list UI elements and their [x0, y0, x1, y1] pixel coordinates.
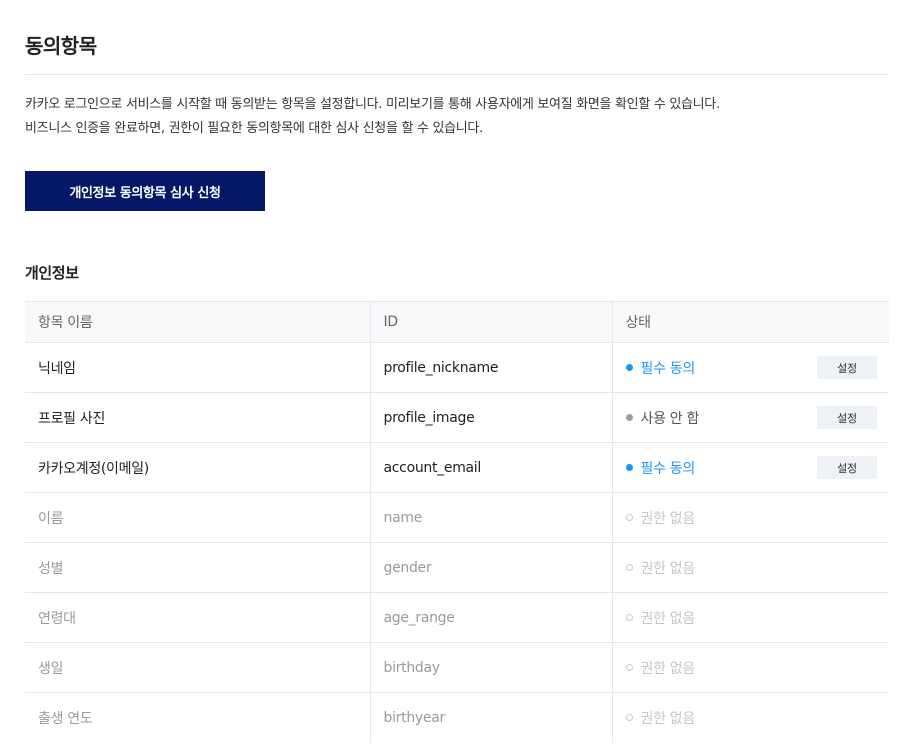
item-name: 연령대	[25, 592, 371, 643]
item-id: age_range	[370, 592, 613, 643]
settings-button[interactable]: 설정	[817, 456, 877, 479]
item-id: birthyear	[370, 692, 613, 743]
table-row: 연령대 age_range 권한 없음	[25, 592, 889, 643]
table-row: 출생 연도 birthyear 권한 없음	[25, 692, 889, 743]
item-name: 성별	[25, 542, 371, 593]
table-row: 프로필 사진 profile_image 사용 안 함 설정	[25, 392, 889, 443]
status-dot-icon	[625, 664, 633, 671]
item-name: 카카오계정(이메일)	[25, 442, 371, 493]
table-row: 생일 birthday 권한 없음	[25, 642, 889, 693]
privacy-review-request-button[interactable]: 개인정보 동의항목 심사 신청	[25, 171, 265, 211]
item-status-cell: 필수 동의 설정	[612, 442, 889, 493]
item-id: name	[370, 492, 613, 543]
status-dot-icon	[625, 514, 633, 521]
item-status: 권한 없음	[640, 560, 696, 577]
item-status-cell: 필수 동의 설정	[612, 342, 889, 393]
item-name: 프로필 사진	[25, 392, 371, 443]
settings-button[interactable]: 설정	[817, 406, 877, 429]
settings-button[interactable]: 설정	[817, 356, 877, 379]
item-status: 권한 없음	[640, 610, 696, 627]
item-name: 닉네임	[25, 342, 371, 393]
table-row: 이름 name 권한 없음	[25, 492, 889, 543]
item-id: gender	[370, 542, 613, 593]
status-dot-icon	[625, 564, 633, 571]
item-status: 필수 동의	[640, 360, 696, 377]
item-status-cell: 권한 없음	[612, 642, 889, 693]
item-id: account_email	[370, 442, 613, 493]
consent-items-table: 항목 이름 ID 상태 닉네임 profile_nickname 필수 동의 설…	[25, 301, 889, 743]
description-line-1: 카카오 로그인으로 서비스를 시작할 때 동의받는 항목을 설정합니다. 미리보…	[25, 97, 720, 112]
status-dot-icon	[625, 614, 633, 621]
item-id: profile_image	[370, 392, 613, 443]
item-status: 사용 안 함	[640, 410, 700, 427]
item-status: 권한 없음	[640, 660, 696, 677]
table-row: 닉네임 profile_nickname 필수 동의 설정	[25, 342, 889, 393]
status-dot-icon	[625, 714, 633, 722]
item-status: 권한 없음	[640, 510, 696, 527]
description: 카카오 로그인으로 서비스를 시작할 때 동의받는 항목을 설정합니다. 미리보…	[25, 93, 720, 141]
status-dot-icon	[625, 414, 633, 421]
item-status-cell: 사용 안 함 설정	[612, 392, 889, 443]
item-id: birthday	[370, 642, 613, 693]
item-status-cell: 권한 없음	[612, 592, 889, 643]
item-status-cell: 권한 없음	[612, 692, 889, 743]
status-dot-icon	[625, 464, 633, 471]
item-name: 생일	[25, 642, 371, 693]
item-name: 출생 연도	[25, 692, 371, 743]
table-row: 카카오계정(이메일) account_email 필수 동의 설정	[25, 442, 889, 493]
column-header-id: ID	[370, 301, 613, 343]
item-status-cell: 권한 없음	[612, 542, 889, 593]
title-divider	[25, 74, 889, 75]
item-id: profile_nickname	[370, 342, 613, 393]
item-name: 이름	[25, 492, 371, 543]
item-status: 권한 없음	[640, 710, 696, 727]
column-header-status: 상태	[612, 301, 889, 343]
column-header-name: 항목 이름	[25, 301, 371, 343]
table-header-row: 항목 이름 ID 상태	[25, 301, 889, 343]
item-status-cell: 권한 없음	[612, 492, 889, 543]
section-title-personal-info: 개인정보	[25, 264, 79, 282]
description-line-2: 비즈니스 인증을 완료하면, 권한이 필요한 동의항목에 대한 심사 신청을 할…	[25, 121, 483, 136]
table-row: 성별 gender 권한 없음	[25, 542, 889, 593]
status-dot-icon	[625, 364, 633, 371]
item-status: 필수 동의	[640, 460, 696, 477]
page-title: 동의항목	[25, 34, 97, 58]
